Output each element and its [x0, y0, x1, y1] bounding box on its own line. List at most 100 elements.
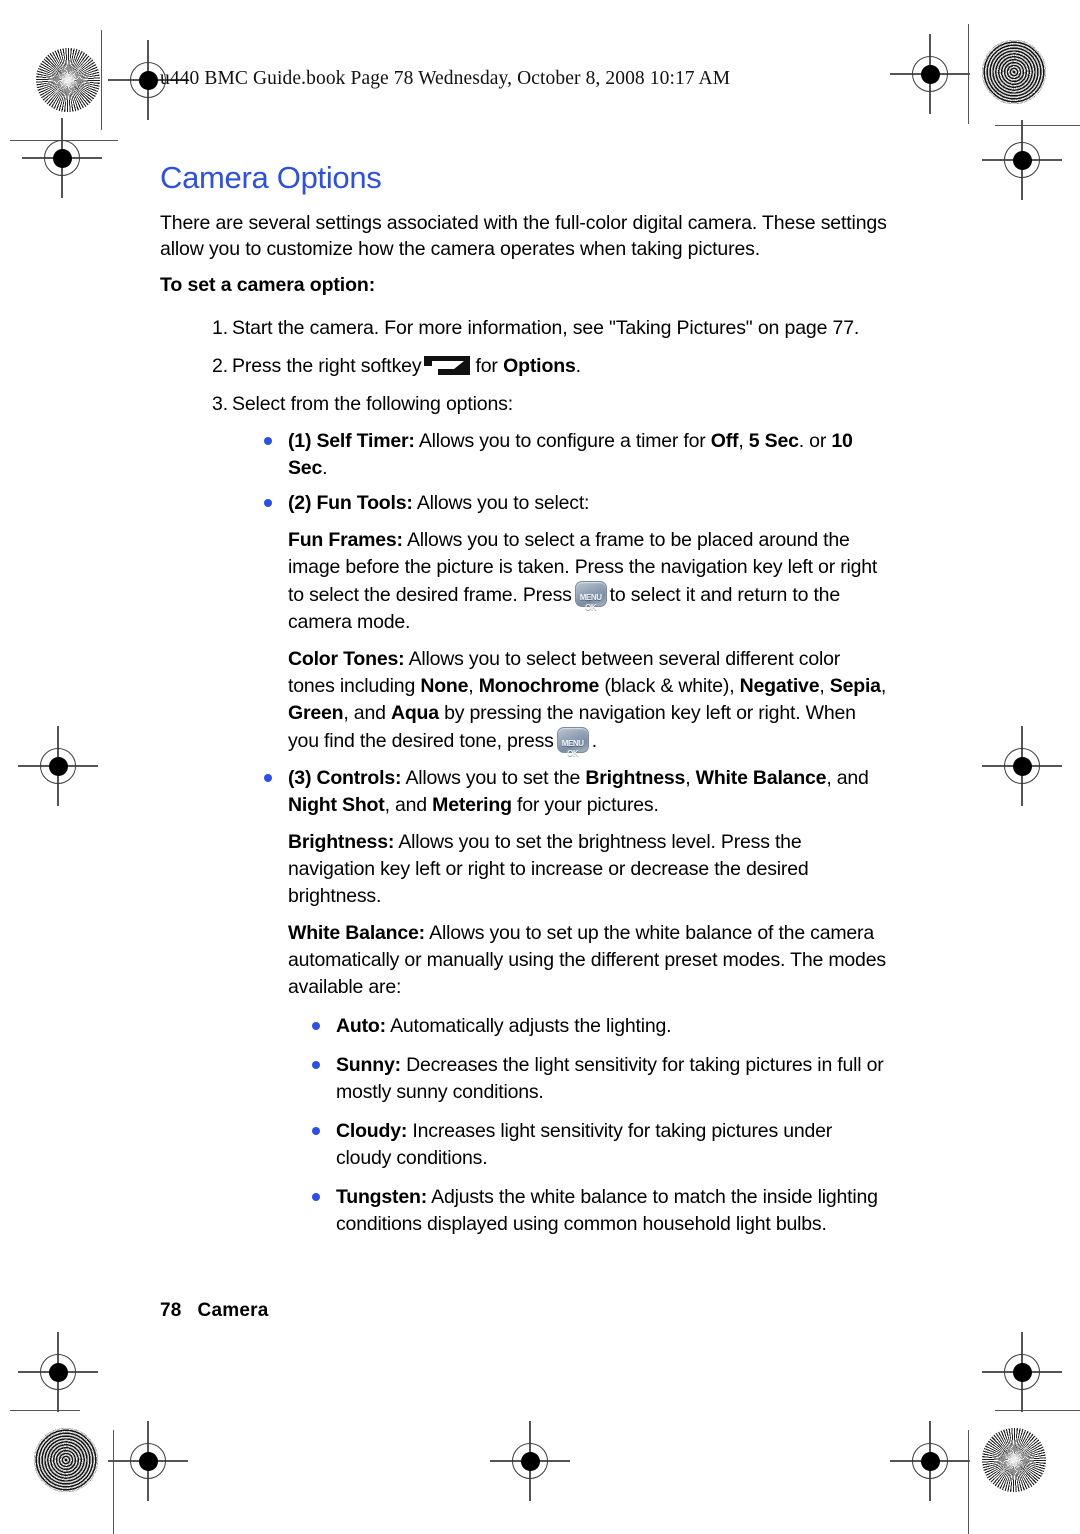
bullet-icon: [312, 1192, 320, 1201]
color-tones-label: Color Tones:: [288, 647, 405, 670]
option-label: (3) Controls:: [288, 766, 402, 789]
mode-auto: Auto: Automatically adjusts the lighting…: [308, 1013, 890, 1040]
value-off: Off: [710, 429, 739, 452]
intro-paragraph: There are several settings associated wi…: [160, 211, 887, 261]
option-body: Allows you to configure a timer for: [418, 429, 706, 452]
bullet-icon: [264, 773, 272, 782]
bullet-icon: [264, 436, 272, 445]
menu-ok-key-icon: MENU OK: [574, 580, 607, 612]
page-footer: 78 Camera: [160, 1300, 268, 1322]
value-5-sec: 5 Sec: [748, 429, 799, 452]
sep: ,: [468, 674, 474, 697]
crosshair-mark-left-lower: [18, 1332, 98, 1412]
bullet-icon: [312, 1126, 320, 1135]
trim-line-bottom-right-vertical: [968, 1430, 970, 1534]
footer-section-name: Camera: [197, 1300, 269, 1321]
rosette-mark-bottom-left: [34, 1428, 98, 1492]
trim-line-left-upper-horizontal: [10, 140, 118, 142]
trim-line-right-lower-horizontal: [995, 1410, 1080, 1412]
tone-monochrome: Monochrome: [478, 674, 600, 697]
trim-line-left-lower-horizontal: [10, 1410, 80, 1412]
menu-ok-key-icon: MENU OK: [556, 726, 589, 758]
sep: , and: [384, 793, 428, 816]
option-list-self-timer: (1) Self Timer: Allows you to configure …: [260, 428, 890, 482]
softkey-right-icon: [424, 355, 471, 376]
sep: , and: [343, 701, 386, 724]
brightness-paragraph: Brightness: Allows you to set the bright…: [288, 829, 890, 910]
color-tones-paragraph: Color Tones: Allows you to select betwee…: [288, 646, 890, 758]
step-text-pre: Press the right softkey: [232, 354, 422, 377]
trim-line-top-left-vertical: [101, 30, 103, 130]
step-text-post: .: [575, 354, 581, 377]
sep: (black & white),: [604, 674, 735, 697]
brightness-label: Brightness:: [288, 830, 395, 853]
tone-green: Green: [288, 701, 344, 724]
rosette-mark-top-right: [982, 40, 1046, 104]
option-body-tail: for your pictures.: [517, 793, 659, 816]
step-number: 3.: [212, 392, 228, 415]
tone-sepia: Sepia: [829, 674, 881, 697]
mode-label: Cloudy:: [336, 1119, 408, 1142]
mode-text: Automatically adjusts the lighting.: [390, 1014, 672, 1037]
mode-tungsten: Tungsten: Adjusts the white balance to m…: [308, 1184, 890, 1238]
tone-none: None: [420, 674, 469, 697]
step-text: Start the camera. For more information, …: [232, 316, 860, 339]
page-content: Camera Options There are several setting…: [160, 160, 890, 1250]
bullet-icon: [264, 498, 272, 507]
color-tones-text-part2: .: [591, 729, 597, 752]
trim-line-right-upper-horizontal: [995, 125, 1080, 127]
step-number: 2.: [212, 354, 228, 377]
crosshair-mark-bottom-left: [108, 1421, 188, 1501]
white-balance-paragraph: White Balance: Allows you to set up the …: [288, 920, 890, 1001]
step-text-bold: Options: [503, 354, 576, 377]
step-3: 3. Select from the following options:: [160, 390, 890, 418]
option-body: Allows you to select:: [416, 491, 590, 514]
tone-aqua: Aqua: [390, 701, 439, 724]
file-header-stamp: u440 BMC Guide.book Page 78 Wednesday, O…: [160, 68, 731, 89]
trim-line-top-right-vertical: [968, 24, 970, 124]
step-1: 1. Start the camera. For more informatio…: [160, 314, 890, 342]
bullet-icon: [312, 1021, 320, 1030]
control-metering: Metering: [432, 793, 512, 816]
crosshair-mark-left-upper: [22, 118, 102, 198]
crosshair-mark-right-upper: [982, 120, 1062, 200]
mode-label: Sunny:: [336, 1053, 401, 1076]
mode-label: Tungsten:: [336, 1185, 427, 1208]
fun-frames-paragraph: Fun Frames: Allows you to select a frame…: [288, 527, 890, 636]
trim-line-bottom-left-vertical: [113, 1430, 115, 1534]
option-label: (1) Self Timer:: [288, 429, 415, 452]
white-balance-mode-list: Auto: Automatically adjusts the lighting…: [308, 1013, 890, 1238]
step-text: Select from the following options:: [232, 392, 514, 415]
step-2: 2. Press the right softkey for Options.: [160, 352, 890, 380]
fun-frames-label: Fun Frames:: [288, 528, 403, 551]
mode-label: Auto:: [336, 1014, 386, 1037]
crosshair-mark-top-right: [890, 34, 970, 114]
mode-sunny: Sunny: Decreases the light sensitivity f…: [308, 1052, 890, 1106]
crosshair-mark-bottom-center: [490, 1421, 570, 1501]
section-subheading: To set a camera option:: [160, 273, 376, 296]
tone-negative: Negative: [739, 674, 820, 697]
page-title: Camera Options: [160, 160, 382, 195]
option-fun-tools: (2) Fun Tools: Allows you to select:: [260, 490, 890, 517]
sep: , and: [826, 766, 869, 789]
crosshair-mark-bottom-right: [890, 1421, 970, 1501]
option-controls: (3) Controls: Allows you to set the Brig…: [260, 765, 890, 819]
rosette-mark-bottom-right: [982, 1428, 1046, 1492]
white-balance-label: White Balance:: [288, 921, 425, 944]
crosshair-mark-left-middle: [18, 726, 98, 806]
sep: ,: [819, 674, 825, 697]
control-brightness: Brightness: [585, 766, 686, 789]
mode-text: Increases light sensitivity for taking p…: [336, 1119, 833, 1169]
mode-text: Decreases the light sensitivity for taki…: [336, 1053, 884, 1103]
footer-page-number: 78: [160, 1300, 182, 1321]
sep: ,: [738, 429, 744, 452]
sep: .: [322, 456, 328, 479]
menu-ok-key-label-bottom: OK: [567, 748, 579, 758]
mode-cloudy: Cloudy: Increases light sensitivity for …: [308, 1118, 890, 1172]
option-label: (2) Fun Tools:: [288, 491, 413, 514]
crosshair-mark-right-middle: [982, 726, 1062, 806]
menu-ok-key-label-bottom: OK: [585, 602, 597, 612]
option-list-controls: (3) Controls: Allows you to set the Brig…: [260, 765, 890, 819]
sep: ,: [880, 674, 887, 697]
step-number: 1.: [212, 316, 228, 339]
